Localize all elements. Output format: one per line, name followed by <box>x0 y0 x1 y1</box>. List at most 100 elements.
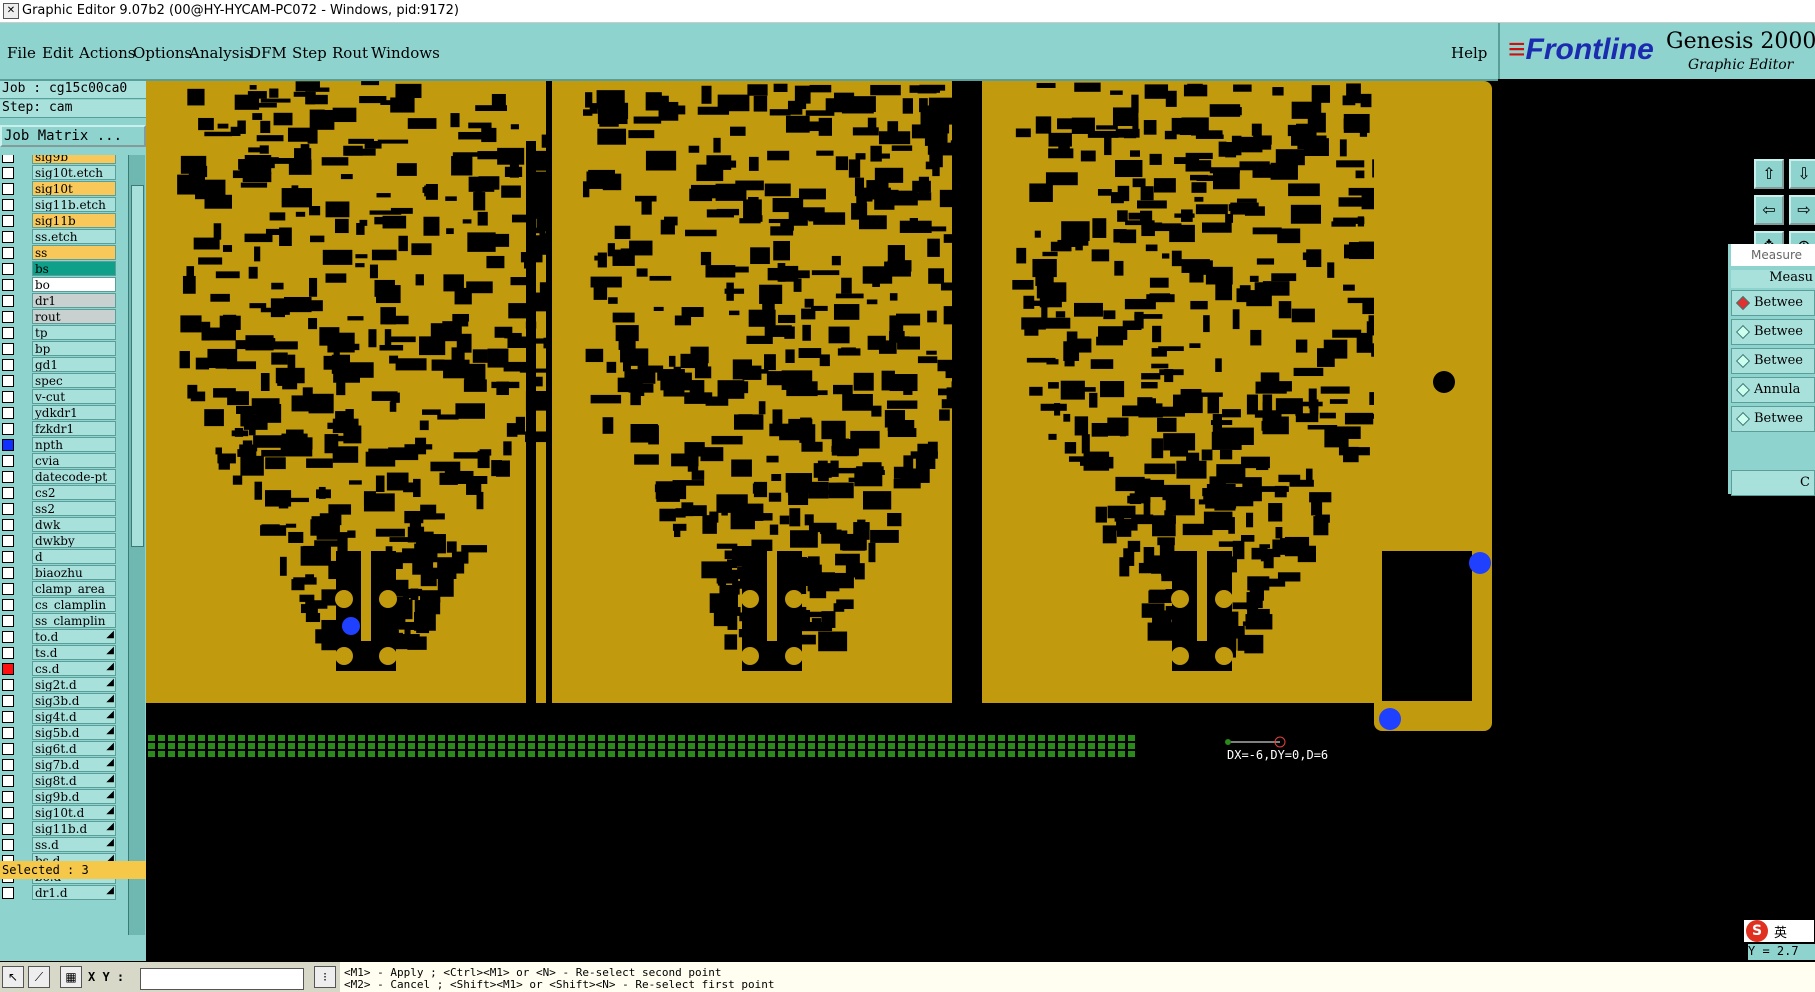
layer-row[interactable]: to.d ◢ <box>0 629 118 645</box>
layer-row[interactable]: gd1 <box>0 357 118 373</box>
measure-tool-icon[interactable]: ⟋ <box>28 966 50 988</box>
layer-row[interactable]: sig2t.d ◢ <box>0 677 118 693</box>
scrollbar-thumb[interactable] <box>131 185 144 547</box>
layer-label[interactable]: sig3b.d <box>32 693 116 708</box>
layer-row[interactable]: bs <box>0 261 118 277</box>
layer-checkbox[interactable] <box>2 327 14 339</box>
layer-checkbox[interactable] <box>2 231 14 243</box>
layer-row[interactable]: v-cut <box>0 389 118 405</box>
layer-checkbox[interactable] <box>2 295 14 307</box>
layer-checkbox[interactable] <box>2 599 14 611</box>
measure-option-2[interactable]: Betwee <box>1731 319 1815 345</box>
layer-checkbox[interactable] <box>2 167 14 179</box>
layer-label[interactable]: ss.etch <box>32 229 116 244</box>
layer-checkbox[interactable] <box>2 503 14 515</box>
layer-label[interactable]: sig2t.d <box>32 677 116 692</box>
layer-label[interactable]: dr1.d <box>32 885 116 900</box>
layer-checkbox[interactable] <box>2 471 14 483</box>
layer-label[interactable]: sig9b.d <box>32 789 116 804</box>
layer-row[interactable]: clamp_area <box>0 581 118 597</box>
menu-windows[interactable]: Windows <box>371 44 440 62</box>
layer-row[interactable]: cs.d ◢ <box>0 661 118 677</box>
menu-step[interactable]: Step <box>292 44 327 62</box>
layer-checkbox[interactable] <box>2 647 14 659</box>
xy-input[interactable] <box>140 968 304 990</box>
ime-indicator[interactable]: S 英 <box>1744 920 1814 942</box>
layer-row[interactable]: dr1.d ◢ <box>0 885 118 901</box>
layer-row[interactable]: sig3b.d ◢ <box>0 693 118 709</box>
measure-option-3[interactable]: Betwee <box>1731 348 1815 374</box>
layer-row[interactable]: npth <box>0 437 118 453</box>
layer-row[interactable]: sig11b.etch <box>0 197 118 213</box>
layer-row[interactable]: ts.d ◢ <box>0 645 118 661</box>
layer-label[interactable]: sig10t <box>32 181 116 196</box>
layer-label[interactable]: dwkby <box>32 533 116 548</box>
layer-label[interactable]: ss <box>32 245 116 260</box>
layer-row[interactable]: sig10t.d ◢ <box>0 805 118 821</box>
layer-label[interactable]: ss2 <box>32 501 116 516</box>
layer-label[interactable]: datecode-pt <box>32 469 116 484</box>
layer-row[interactable]: sig7b.d ◢ <box>0 757 118 773</box>
layer-checkbox[interactable] <box>2 311 14 323</box>
layer-row[interactable]: ss.etch <box>0 229 118 245</box>
layer-label[interactable]: biaozhu <box>32 565 116 580</box>
layer-row[interactable]: ss.d ◢ <box>0 837 118 853</box>
layer-row[interactable]: sig5b.d ◢ <box>0 725 118 741</box>
layer-checkbox[interactable] <box>2 199 14 211</box>
menu-analysis[interactable]: Analysis <box>189 44 252 62</box>
layer-label[interactable]: sig11b.d <box>32 821 116 836</box>
menu-file[interactable]: File <box>7 44 36 62</box>
info-icon[interactable]: ⁝ <box>314 966 336 988</box>
layer-label[interactable]: cs2 <box>32 485 116 500</box>
layer-checkbox[interactable] <box>2 487 14 499</box>
layer-checkbox[interactable] <box>2 215 14 227</box>
layer-label[interactable]: clamp_area <box>32 581 116 596</box>
layer-row[interactable]: ydkdr1 <box>0 405 118 421</box>
layer-label[interactable]: bo <box>32 277 116 292</box>
layer-row[interactable]: sig10t <box>0 181 118 197</box>
layer-label[interactable]: fzkdr1 <box>32 421 116 436</box>
layer-row[interactable]: sig9b <box>0 155 118 165</box>
layer-checkbox[interactable] <box>2 823 14 835</box>
layer-row[interactable]: cvia <box>0 453 118 469</box>
layer-checkbox[interactable] <box>2 247 14 259</box>
layer-label[interactable]: tp <box>32 325 116 340</box>
layer-checkbox[interactable] <box>2 615 14 627</box>
layer-checkbox[interactable] <box>2 551 14 563</box>
layer-checkbox[interactable] <box>2 759 14 771</box>
layer-row[interactable]: datecode-pt <box>0 469 118 485</box>
layer-checkbox[interactable] <box>2 391 14 403</box>
layer-label[interactable]: sig10t.d <box>32 805 116 820</box>
layer-checkbox[interactable] <box>2 375 14 387</box>
layer-label[interactable]: cvia <box>32 453 116 468</box>
layer-row[interactable]: bp <box>0 341 118 357</box>
layer-row[interactable]: ss_clamplin <box>0 613 118 629</box>
layer-label[interactable]: gd1 <box>32 357 116 372</box>
layer-row[interactable]: sig4t.d ◢ <box>0 709 118 725</box>
layer-checkbox[interactable] <box>2 807 14 819</box>
layer-row[interactable]: sig8t.d ◢ <box>0 773 118 789</box>
layer-checkbox[interactable] <box>2 679 14 691</box>
layer-row[interactable]: cs2 <box>0 485 118 501</box>
layer-row[interactable]: ss2 <box>0 501 118 517</box>
layer-label[interactable]: spec <box>32 373 116 388</box>
layer-row[interactable]: sig10t.etch <box>0 165 118 181</box>
layer-checkbox[interactable] <box>2 423 14 435</box>
layer-checkbox[interactable] <box>2 567 14 579</box>
layer-label[interactable]: ss_clamplin <box>32 613 116 628</box>
layer-label[interactable]: bs <box>32 261 116 276</box>
layer-checkbox[interactable] <box>2 183 14 195</box>
layer-label[interactable]: sig8t.d <box>32 773 116 788</box>
layer-label[interactable]: ss.d <box>32 837 116 852</box>
layer-checkbox[interactable] <box>2 535 14 547</box>
layer-label[interactable]: dwk <box>32 517 116 532</box>
tool-icon-1[interactable]: ⇧ <box>1754 159 1784 189</box>
layer-checkbox[interactable] <box>2 743 14 755</box>
layer-label[interactable]: d <box>32 549 116 564</box>
tool-icon-3[interactable]: ⇦ <box>1754 195 1784 225</box>
layer-row[interactable]: dwkby <box>0 533 118 549</box>
menu-dfm[interactable]: DFM <box>249 44 287 62</box>
grid-icon[interactable]: ▦ <box>60 966 82 988</box>
measure-option-5[interactable]: Betwee <box>1731 406 1815 432</box>
layer-label[interactable]: dr1 <box>32 293 116 308</box>
